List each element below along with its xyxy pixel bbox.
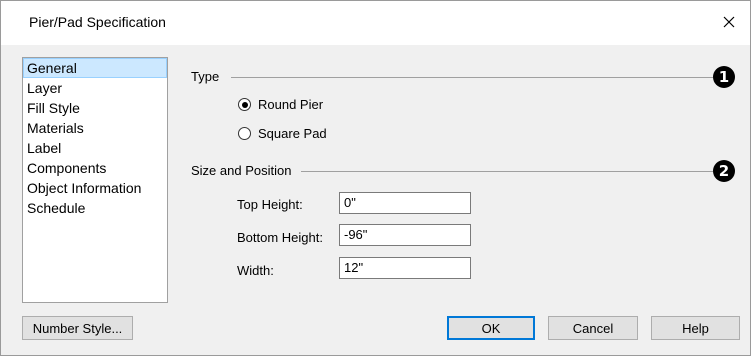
nav-item-schedule[interactable]: Schedule: [23, 198, 167, 218]
round-pier-label: Round Pier: [258, 97, 324, 112]
nav-item-fill-style[interactable]: Fill Style: [23, 98, 167, 118]
type-group-label: Type: [191, 69, 224, 84]
round-pier-option[interactable]: Round Pier: [238, 97, 323, 112]
size-group-label: Size and Position: [191, 163, 296, 178]
nav-item-label[interactable]: Label: [23, 138, 167, 158]
close-icon: [723, 16, 735, 28]
square-pad-option[interactable]: Square Pad: [238, 126, 327, 141]
type-group-divider: [231, 77, 713, 78]
nav-item-components[interactable]: Components: [23, 158, 167, 178]
top-height-input[interactable]: 0": [339, 192, 471, 214]
width-label: Width:: [237, 263, 274, 278]
close-button[interactable]: [714, 9, 744, 35]
ok-button[interactable]: OK: [447, 316, 535, 340]
size-group-divider: [301, 171, 713, 172]
title-bar: Pier/Pad Specification: [1, 1, 750, 45]
category-list[interactable]: General Layer Fill Style Materials Label…: [22, 57, 168, 303]
dialog-title: Pier/Pad Specification: [29, 14, 166, 30]
top-height-label: Top Height:: [237, 197, 303, 212]
bottom-height-input[interactable]: -96": [339, 224, 471, 246]
callout-badge-1: 1: [713, 66, 735, 88]
number-style-button[interactable]: Number Style...: [22, 316, 133, 340]
nav-item-object-information[interactable]: Object Information: [23, 178, 167, 198]
callout-badge-2: 2: [713, 160, 735, 182]
help-button[interactable]: Help: [651, 316, 740, 340]
nav-item-materials[interactable]: Materials: [23, 118, 167, 138]
square-pad-label: Square Pad: [258, 126, 327, 141]
cancel-button[interactable]: Cancel: [548, 316, 638, 340]
round-pier-radio[interactable]: [238, 98, 251, 111]
width-input[interactable]: 12": [339, 257, 471, 279]
nav-item-layer[interactable]: Layer: [23, 78, 167, 98]
nav-item-general[interactable]: General: [23, 58, 167, 78]
square-pad-radio[interactable]: [238, 127, 251, 140]
pier-pad-specification-dialog: Pier/Pad Specification General Layer Fil…: [0, 0, 751, 356]
bottom-height-label: Bottom Height:: [237, 230, 323, 245]
